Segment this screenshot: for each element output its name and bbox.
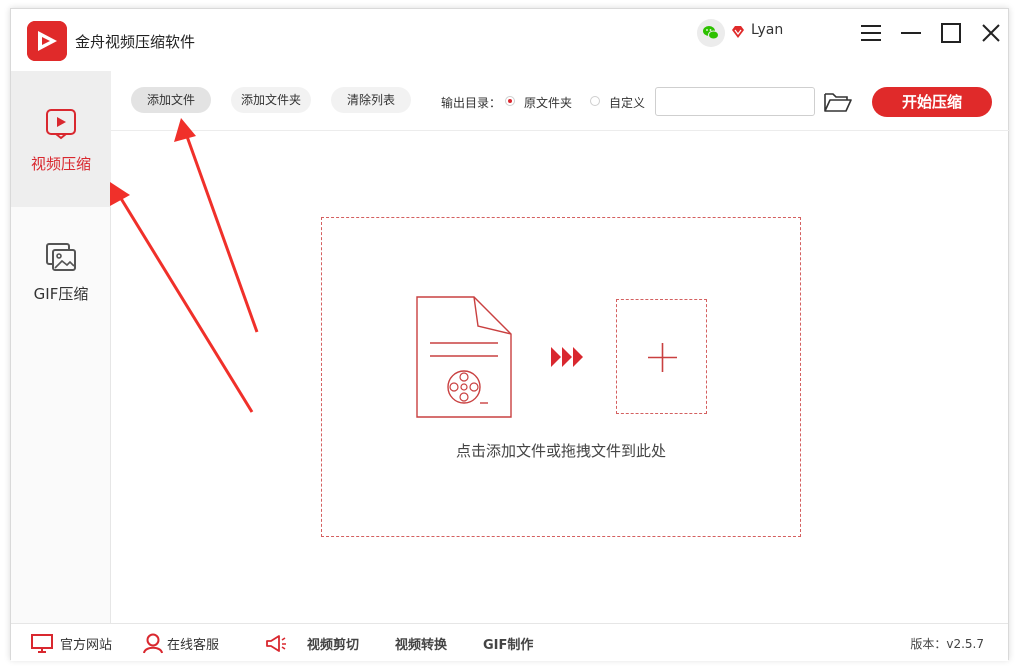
triple-arrow-icon	[551, 347, 583, 367]
close-icon[interactable]	[979, 21, 1003, 45]
video-convert-link[interactable]: 视频转换	[395, 634, 447, 653]
file-drop-zone[interactable]: 点击添加文件或拖拽文件到此处	[321, 217, 801, 537]
add-file-box[interactable]	[616, 299, 707, 414]
title-bar: 金舟视频压缩软件 Lyan	[11, 9, 1008, 71]
plus-icon	[648, 343, 677, 372]
sidebar-item-gif-compress[interactable]: GIF压缩	[11, 207, 111, 343]
radio-label-custom-folder[interactable]: 自定义	[609, 94, 645, 111]
start-compress-button[interactable]: 开始压缩	[872, 87, 992, 117]
menu-icon[interactable]	[859, 21, 883, 45]
online-support-link[interactable]: 在线客服	[167, 634, 219, 653]
output-path-input[interactable]	[655, 87, 815, 116]
official-website-link[interactable]: 官方网站	[60, 634, 112, 653]
drop-hint-text: 点击添加文件或拖拽文件到此处	[455, 442, 666, 460]
app-logo-icon	[27, 21, 67, 61]
gif-make-link[interactable]: GIF制作	[483, 634, 533, 653]
vip-diamond-icon	[732, 26, 744, 38]
footer-bar: 官方网站 在线客服 视频剪切 视频转换 GIF制作 版本：v2.5.7	[11, 623, 1008, 661]
toolbar: 添加文件 添加文件夹 清除列表 输出目录： 原文件夹 自定义 开始压缩	[111, 71, 1010, 131]
app-window: 金舟视频压缩软件 Lyan 视频压缩 GIF压缩 添加文件 添加文件夹 清除列表…	[10, 8, 1010, 661]
radio-label-original-folder[interactable]: 原文件夹	[524, 94, 572, 111]
sidebar-item-label: 视频压缩	[30, 155, 91, 173]
customer-service-icon	[143, 633, 163, 654]
megaphone-icon	[266, 635, 286, 652]
folder-open-icon[interactable]	[823, 89, 853, 115]
monitor-icon	[31, 634, 53, 653]
video-document-icon	[416, 296, 512, 418]
sidebar-item-video-compress[interactable]: 视频压缩	[11, 71, 111, 207]
minimize-icon[interactable]	[899, 21, 923, 45]
clear-list-button[interactable]: 清除列表	[331, 87, 411, 113]
radio-custom-folder[interactable]	[590, 96, 600, 106]
image-gallery-icon	[46, 243, 76, 271]
version-label: 版本：v2.5.7	[910, 637, 984, 651]
radio-original-folder[interactable]	[505, 96, 515, 106]
add-folder-button[interactable]: 添加文件夹	[231, 87, 311, 113]
video-play-icon	[46, 109, 76, 140]
sidebar-item-label: GIF压缩	[33, 285, 89, 303]
wechat-icon[interactable]	[697, 19, 725, 47]
sidebar: 视频压缩 GIF压缩	[11, 71, 111, 623]
output-dir-label: 输出目录：	[441, 96, 502, 110]
app-title: 金舟视频压缩软件	[75, 33, 196, 51]
video-cut-link[interactable]: 视频剪切	[307, 634, 359, 653]
add-file-button[interactable]: 添加文件	[131, 87, 211, 113]
username[interactable]: Lyan	[751, 22, 783, 38]
maximize-icon[interactable]	[939, 21, 963, 45]
